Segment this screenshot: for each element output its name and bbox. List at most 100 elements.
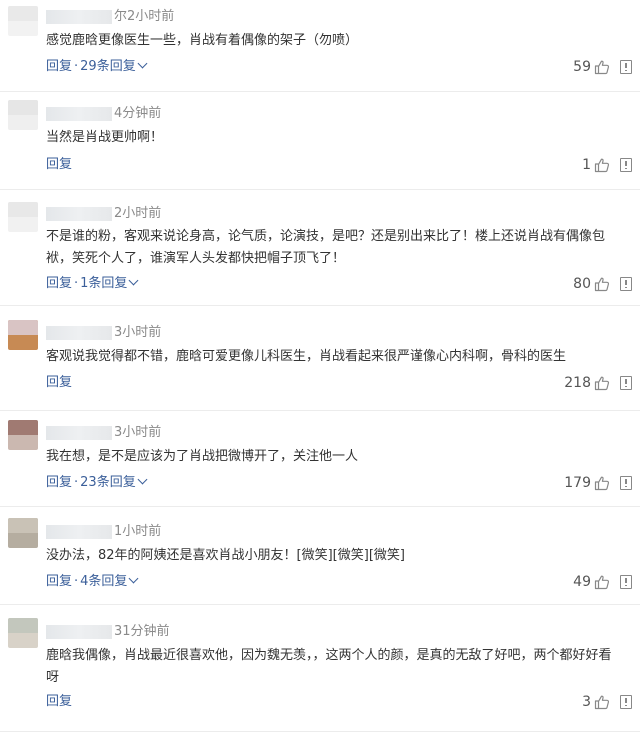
reply-button[interactable]: 回复	[46, 375, 72, 390]
comment-text: 我在想，是不是应该为了肖战把微博开了，关注他一人	[46, 449, 359, 464]
chevron-down-icon	[137, 474, 148, 485]
report-icon[interactable]	[620, 476, 632, 490]
thumbs-up-icon[interactable]	[594, 157, 610, 173]
like-area: 80	[573, 275, 632, 293]
separator: ·	[74, 276, 79, 291]
avatar[interactable]	[8, 6, 38, 36]
comment-meta: 尔2小时前	[46, 8, 174, 26]
view-replies-button[interactable]: 1条回复	[80, 275, 139, 291]
report-icon[interactable]	[620, 60, 632, 74]
reply-count: 1条回复	[80, 276, 128, 291]
report-icon[interactable]	[620, 575, 632, 589]
thumbs-up-icon[interactable]	[594, 59, 610, 75]
chevron-down-icon	[128, 573, 139, 584]
avatar[interactable]	[8, 202, 38, 232]
chevron-down-icon	[128, 275, 139, 286]
comment-meta: 3小时前	[46, 424, 161, 442]
comment-actions: 回复 · 23条回复	[46, 474, 148, 492]
username-redacted[interactable]	[46, 524, 112, 539]
separator: ·	[74, 574, 79, 589]
timestamp: 1小时前	[114, 524, 162, 539]
timestamp: 3小时前	[114, 325, 162, 340]
report-icon[interactable]	[620, 695, 632, 709]
comment-text: 客观说我觉得都不错，鹿晗可爱更像儿科医生，肖战看起来很严谨像心内科啊，骨科的医生	[46, 349, 567, 364]
username-redacted[interactable]	[46, 325, 112, 340]
view-replies-button[interactable]: 29条回复	[80, 58, 148, 74]
username-redacted[interactable]	[46, 624, 112, 639]
avatar[interactable]	[8, 618, 38, 648]
like-count: 80	[573, 276, 591, 292]
comment-item: 3小时前我在想，是不是应该为了肖战把微博开了，关注他一人 回复 · 23条回复 179	[0, 411, 640, 507]
username-redacted[interactable]	[46, 425, 112, 440]
like-count: 218	[564, 375, 591, 391]
reply-button[interactable]: 回复	[46, 694, 72, 709]
comment-text: 鹿晗我偶像，肖战最近很喜欢他，因为魏无羡，，这两个人的颜，是真的无敌了好吧，两个…	[46, 648, 612, 685]
comment-item: 尔2小时前感觉鹿晗更像医生一些，肖战有着偶像的架子（勿喷） 回复 · 29条回复 59	[0, 0, 640, 92]
comment-meta: 1小时前	[46, 523, 161, 541]
comment-meta: 2小时前	[46, 205, 161, 223]
timestamp: 2小时前	[114, 206, 162, 221]
timestamp: 31分钟前	[114, 624, 170, 639]
thumbs-up-icon[interactable]	[594, 276, 610, 292]
report-icon[interactable]	[620, 158, 632, 172]
timestamp: 3小时前	[114, 425, 162, 440]
timestamp: 4分钟前	[114, 106, 162, 121]
username-redacted[interactable]	[46, 206, 112, 221]
comment-meta: 4分钟前	[46, 105, 161, 123]
view-replies-button[interactable]: 4条回复	[80, 573, 139, 589]
reply-count: 4条回复	[80, 574, 128, 589]
comment-actions: 回复	[46, 156, 72, 174]
avatar[interactable]	[8, 320, 38, 350]
comment-text: 不是谁的粉，客观来说论身高，论气质，论演技，是吧？还是别出来比了！楼上还说肖战有…	[46, 229, 606, 266]
reply-button[interactable]: 回复	[46, 574, 72, 589]
avatar[interactable]	[8, 100, 38, 130]
comment-item: 1小时前 没办法，82年的阿姨还是喜欢肖战小朋友！[微笑][微笑][微笑] 回复 · 4…	[0, 507, 640, 605]
separator: ·	[74, 475, 79, 490]
reply-button[interactable]: 回复	[46, 59, 72, 74]
comment-text: 没办法，82年的阿姨还是喜欢肖战小朋友！[微笑][微笑][微笑]	[46, 548, 405, 563]
comment-item: 4分钟前当然是肖战更帅啊！ 回复 1	[0, 92, 640, 190]
like-area: 179	[564, 474, 632, 492]
comment-actions: 回复 · 1条回复	[46, 275, 139, 293]
thumbs-up-icon[interactable]	[594, 694, 610, 710]
like-count: 1	[582, 157, 591, 173]
view-replies-button[interactable]: 23条回复	[80, 474, 148, 490]
thumbs-up-icon[interactable]	[594, 475, 610, 491]
reply-count: 29条回复	[80, 59, 136, 74]
like-area: 59	[573, 58, 632, 76]
report-icon[interactable]	[620, 376, 632, 390]
like-area: 49	[573, 573, 632, 591]
comment-item: 31分钟前鹿晗我偶像，肖战最近很喜欢他，因为魏无羡，，这两个人的颜，是真的无敌了…	[0, 605, 640, 732]
like-area: 1	[582, 156, 632, 174]
thumbs-up-icon[interactable]	[594, 375, 610, 391]
reply-button[interactable]: 回复	[46, 276, 72, 291]
comment-actions: 回复 · 29条回复	[46, 58, 148, 76]
avatar[interactable]	[8, 518, 38, 548]
like-area: 3	[582, 693, 632, 711]
username-redacted[interactable]	[46, 106, 112, 121]
comment-text: 感觉鹿晗更像医生一些，肖战有着偶像的架子（勿喷）	[46, 33, 359, 48]
like-area: 218	[564, 374, 632, 392]
comment-meta: 31分钟前	[46, 623, 170, 641]
comment-actions: 回复	[46, 693, 72, 711]
avatar[interactable]	[8, 420, 38, 450]
report-icon[interactable]	[620, 277, 632, 291]
reply-count: 23条回复	[80, 475, 136, 490]
like-count: 49	[573, 574, 591, 590]
chevron-down-icon	[137, 58, 148, 69]
timestamp: 2小时前	[127, 9, 175, 24]
comment-text: 当然是肖战更帅啊！	[46, 130, 164, 145]
like-count: 3	[582, 694, 591, 710]
username-fragment: 尔	[114, 9, 128, 24]
comment-item: 2小时前不是谁的粉，客观来说论身高，论气质，论演技，是吧？还是别出来比了！楼上还…	[0, 190, 640, 306]
like-count: 59	[573, 59, 591, 75]
separator: ·	[74, 59, 79, 74]
comment-meta: 3小时前	[46, 324, 161, 342]
comment-actions: 回复 · 4条回复	[46, 573, 139, 591]
reply-button[interactable]: 回复	[46, 157, 72, 172]
username-redacted[interactable]	[46, 9, 112, 24]
like-count: 179	[564, 475, 591, 491]
reply-button[interactable]: 回复	[46, 475, 72, 490]
comment-actions: 回复	[46, 374, 72, 392]
thumbs-up-icon[interactable]	[594, 574, 610, 590]
